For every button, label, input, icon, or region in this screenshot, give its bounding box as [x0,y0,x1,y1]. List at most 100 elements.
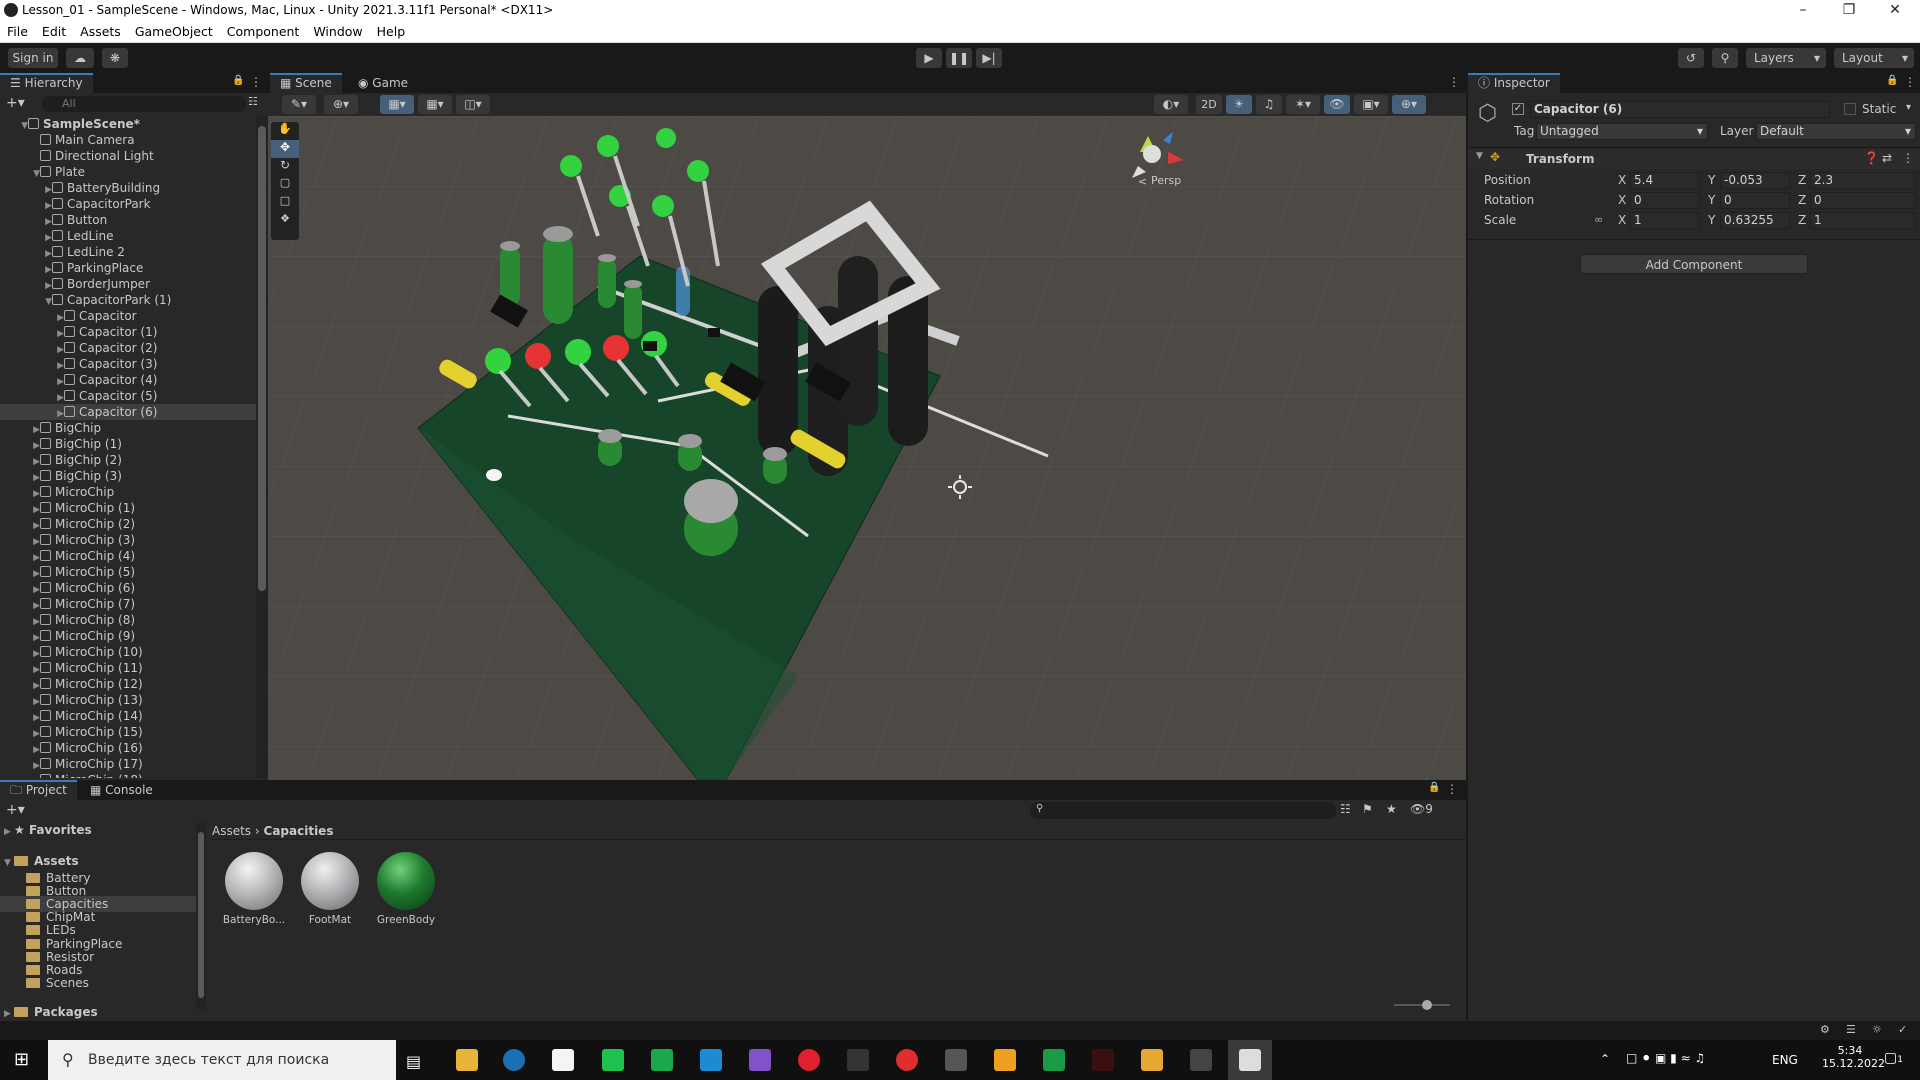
asset-item[interactable]: GreenBody [374,852,438,926]
step-button[interactable]: ▶| [976,48,1002,68]
hierarchy-item[interactable]: ▶ BorderJumper [0,276,256,292]
lock-icon[interactable]: 🔒 [232,75,244,86]
file-explorer-icon[interactable] [456,1049,478,1071]
hierarchy-item[interactable]: ▶ MicroChip (1) [0,500,256,516]
hierarchy-item[interactable]: ▶ Capacitor (4) [0,372,256,388]
static-checkbox[interactable] [1844,103,1856,115]
hierarchy-search-input[interactable]: All [42,96,246,112]
hierarchy-item[interactable]: ▶ LedLine [0,228,256,244]
progress-icon[interactable]: ✓ [1898,1023,1907,1036]
scale-tool-icon[interactable]: ▢ [271,176,299,194]
hierarchy-item[interactable]: ▶ BigChip [0,420,256,436]
cache-icon[interactable]: ☰ [1846,1023,1856,1036]
menu-gameobject[interactable]: GameObject [128,22,220,39]
position-z-field[interactable]: 2.3 [1810,172,1916,189]
object-name-field[interactable]: Capacitor (6) [1530,101,1830,118]
rotation-z-field[interactable]: 0 [1810,192,1916,209]
hierarchy-item[interactable]: ▶ MicroChip (13) [0,692,256,708]
asset-item[interactable]: FootMat [298,852,362,926]
hierarchy-item[interactable]: ▶ CapacitorPark [0,196,256,212]
sign-in-button[interactable]: Sign in [8,48,58,68]
tab-hierarchy[interactable]: ☰ Hierarchy [0,73,93,93]
app-icon[interactable] [552,1049,574,1071]
project-search-input[interactable]: ⚲ [1030,802,1336,819]
scale-x-field[interactable]: 1 [1630,212,1700,229]
presets-icon[interactable]: ⇄ [1882,151,1892,165]
rotation-y-field[interactable]: 0 [1720,192,1790,209]
hierarchy-item[interactable]: ▶ MicroChip (15) [0,724,256,740]
close-button[interactable]: ✕ [1872,0,1918,22]
fl-studio-icon[interactable] [994,1049,1016,1071]
fold-arrow-icon[interactable]: ▼ [1476,151,1483,161]
hierarchy-item[interactable]: ▶ ParkingPlace [0,260,256,276]
position-x-field[interactable]: 5.4 [1630,172,1700,189]
hierarchy-item[interactable]: ▶ MicroChip (5) [0,564,256,580]
hierarchy-item[interactable]: ▼ CapacitorPark (1) [0,292,256,308]
hierarchy-scrollbar[interactable] [256,116,268,778]
hierarchy-item[interactable]: ▶ Button [0,212,256,228]
scale-y-field[interactable]: 0.63255 [1720,212,1790,229]
active-checkbox[interactable]: ✓ [1512,103,1524,115]
lighting-icon[interactable]: ☀ [1226,95,1252,114]
rect-tool-icon[interactable]: □ [271,194,299,212]
hierarchy-item[interactable]: ▶ MicroChip (17) [0,756,256,772]
pause-button[interactable]: ❚❚ [946,48,972,68]
clock[interactable]: 5:34 15.12.2022 [1822,1044,1885,1070]
layers-dropdown[interactable]: Layers ▾ [1746,48,1826,68]
rotate-tool-icon[interactable]: ↻ [271,158,299,176]
maximize-button[interactable]: ❐ [1826,0,1872,22]
vscode-icon[interactable] [700,1049,722,1071]
app-icon[interactable] [1141,1049,1163,1071]
position-y-field[interactable]: -0.053 [1720,172,1790,189]
hierarchy-item[interactable]: Main Camera [0,132,256,148]
hierarchy-scroll-thumb[interactable] [258,126,266,591]
help-icon[interactable]: ❓ [1864,151,1879,165]
scene-viewport[interactable]: < Persp ✋ ✥ ↻ ▢ □ ❖ [268,116,1466,780]
zoom-slider-thumb[interactable] [1422,1000,1432,1010]
lock-icon[interactable]: 🔒 [1886,75,1898,86]
assets-root-item[interactable]: ▼ Assets [0,853,196,869]
hierarchy-item[interactable]: ▶ MicroChip (7) [0,596,256,612]
hierarchy-item[interactable]: Directional Light [0,148,256,164]
constrain-proportions-icon[interactable]: ∞ [1594,213,1603,226]
hierarchy-item[interactable]: ▶ BatteryBuilding [0,180,256,196]
scale-z-field[interactable]: 1 [1810,212,1916,229]
tab-scene[interactable]: ▦ Scene [270,73,342,93]
move-tool-icon[interactable]: ✥ [271,140,299,158]
menu-assets[interactable]: Assets [73,22,128,39]
gizmos-icon[interactable]: ⊕▾ [1392,95,1426,114]
menu-file[interactable]: File [0,22,35,39]
hierarchy-item[interactable]: ▶ MicroChip (6) [0,580,256,596]
fold-arrow-icon[interactable]: ▶ [30,774,40,778]
app-icon[interactable] [1092,1049,1114,1071]
visual-studio-icon[interactable] [749,1049,771,1071]
shading-icon[interactable]: ◐▾ [1154,95,1188,114]
scene-search-icon[interactable]: ☷ [248,95,258,108]
draw-mode-icon[interactable]: ✎▾ [282,95,316,114]
kebab-menu-icon[interactable]: ⋮ [250,75,262,89]
add-icon[interactable]: +▾ [6,95,25,111]
hierarchy-item[interactable]: ▶ Capacitor (3) [0,356,256,372]
breadcrumb-assets[interactable]: Assets [212,824,251,838]
hand-tool-icon[interactable]: ✋ [271,122,299,140]
opera-icon[interactable] [798,1049,820,1071]
hierarchy-item[interactable]: ▶ Capacitor (6) [0,404,256,420]
tab-inspector[interactable]: ⓘ Inspector [1468,73,1560,93]
hierarchy-item[interactable]: ▶ MicroChip (11) [0,660,256,676]
add-component-button[interactable]: Add Component [1580,254,1808,274]
hierarchy-item[interactable]: ▶ MicroChip (8) [0,612,256,628]
asset-item[interactable]: BatteryBo... [222,852,286,926]
menu-window[interactable]: Window [306,22,369,39]
breadcrumb-capacities[interactable]: Capacities [264,824,334,838]
hierarchy-item[interactable]: ▶ MicroChip (9) [0,628,256,644]
filter-label-icon[interactable]: ⚑ [1362,802,1373,816]
unity-taskbar-button[interactable] [1228,1040,1272,1080]
hierarchy-item[interactable]: ▶ Capacitor [0,308,256,324]
taskbar-search-input[interactable]: ⚲ Введите здесь текст для поиска [48,1040,396,1080]
unity-hub-icon[interactable] [1190,1049,1212,1071]
grid-snap-icon[interactable]: ▦▾ [418,95,452,114]
hierarchy-item[interactable]: ▶ MicroChip (16) [0,740,256,756]
app-icon[interactable] [651,1049,673,1071]
tag-dropdown[interactable]: Untagged ▾ [1536,123,1708,140]
notification-icon[interactable]: ▢1 [1884,1050,1903,1066]
